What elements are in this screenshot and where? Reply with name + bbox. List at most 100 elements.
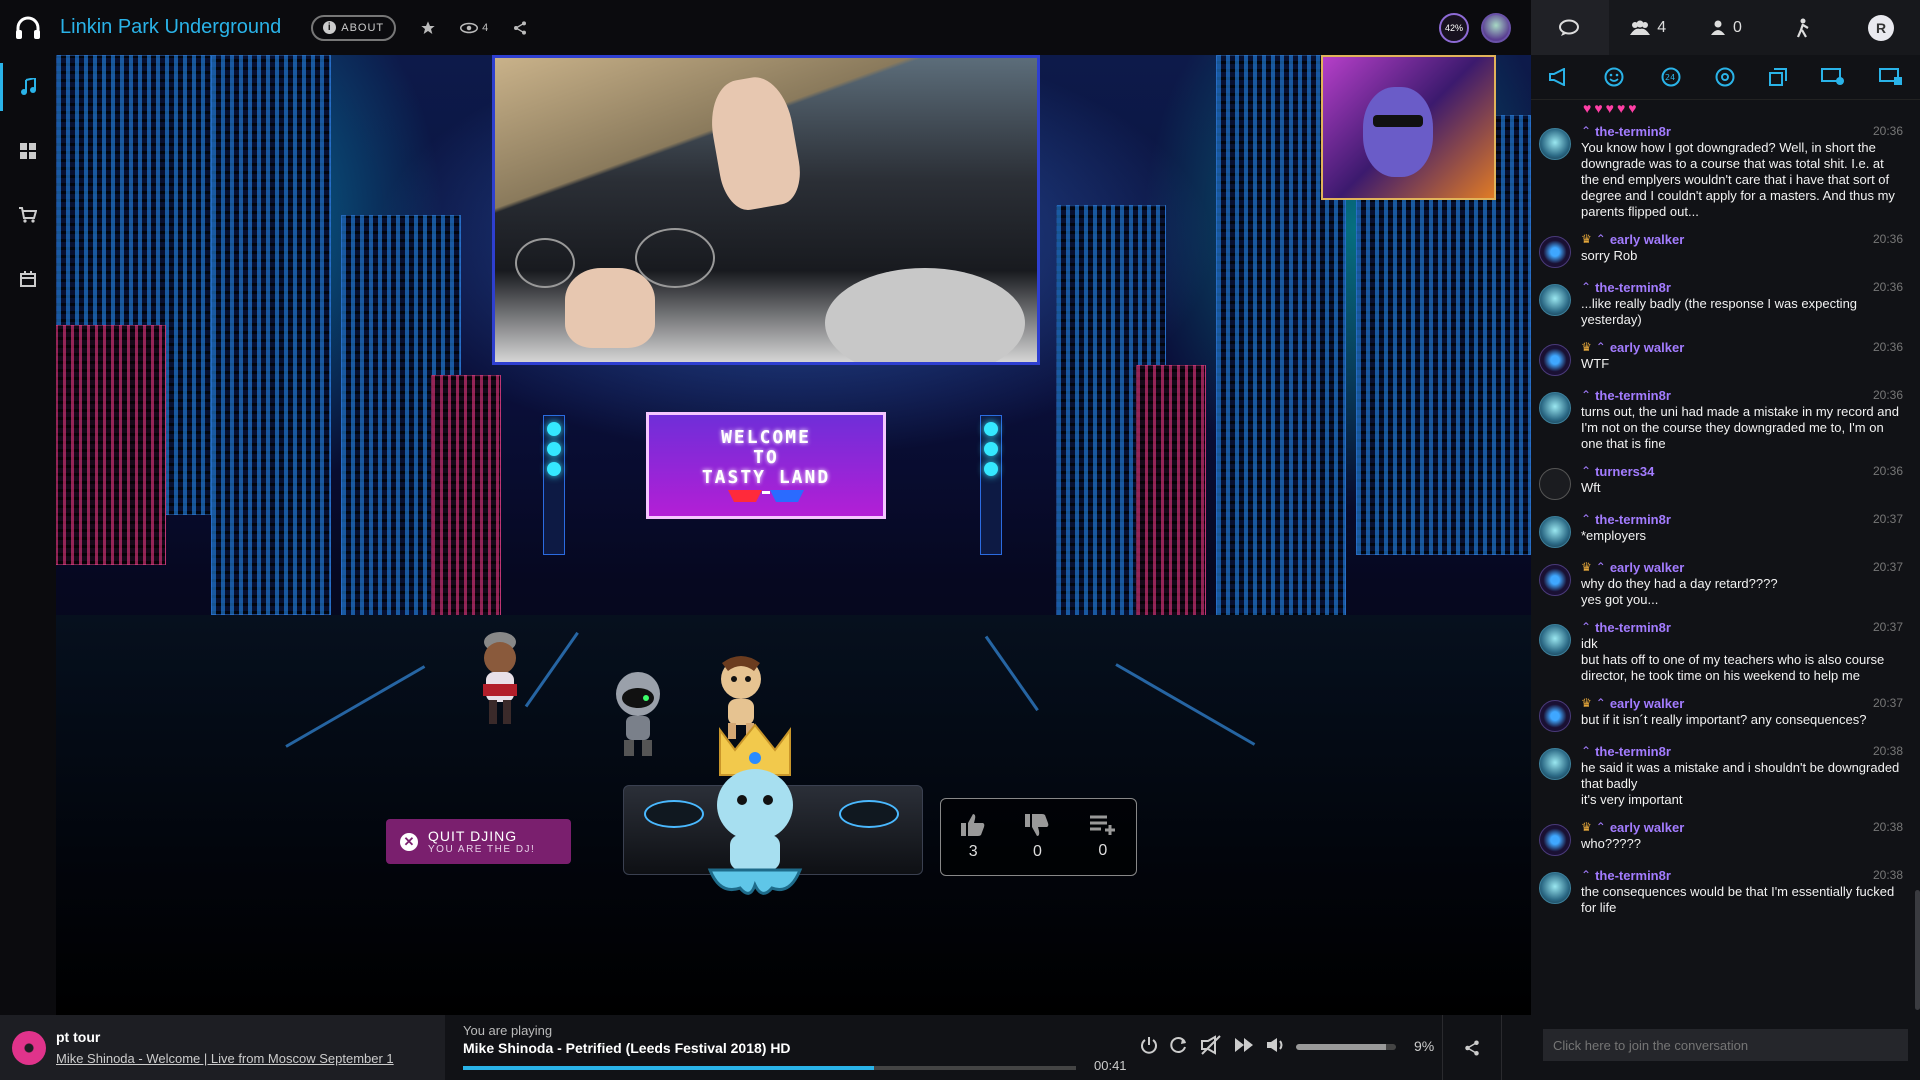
mention-icon[interactable] — [1715, 67, 1735, 87]
calendar-icon — [20, 271, 36, 287]
video-off-icon[interactable] — [1200, 1035, 1222, 1055]
chat-text: sorry Rob — [1581, 248, 1638, 263]
video-frame-detail — [635, 228, 715, 288]
video-frame-detail — [515, 238, 575, 288]
chat-avatar[interactable] — [1539, 284, 1571, 316]
chat-username[interactable]: the-termin8r — [1595, 744, 1671, 759]
nav-events[interactable] — [0, 247, 56, 311]
chat-username[interactable]: turners34 — [1595, 464, 1654, 479]
chat-message: ⌃ the-termin8r 20:37 idk but hats off to on… — [1531, 618, 1915, 684]
about-button[interactable]: i ABOUT — [311, 14, 397, 41]
chat-avatar[interactable] — [1539, 344, 1571, 376]
chat-filter-icon[interactable] — [1878, 68, 1903, 86]
level-progress-badge[interactable]: 42% — [1439, 12, 1469, 43]
popout-icon[interactable] — [1769, 68, 1788, 86]
playlist-panel[interactable]: pt tour Mike Shinoda - Welcome | Live fr… — [0, 1015, 445, 1080]
building-left-neon — [56, 325, 166, 565]
skip-icon[interactable] — [1234, 1037, 1254, 1053]
chat-username[interactable]: early walker — [1610, 232, 1684, 247]
timestamp-icon[interactable]: 24 — [1658, 67, 1682, 87]
quit-dj-button[interactable]: ✕ QUIT DJING YOU ARE THE DJ! — [386, 819, 571, 864]
tab-join-waitlist[interactable] — [1764, 0, 1842, 55]
chat-username[interactable]: the-termin8r — [1595, 620, 1671, 635]
chat-text: Wft — [1581, 480, 1601, 495]
crown-icon: ♛ — [1581, 340, 1592, 354]
chat-username[interactable]: the-termin8r — [1595, 280, 1671, 295]
users-icon — [1630, 20, 1651, 35]
dj-avatar[interactable] — [690, 720, 820, 900]
chat-username[interactable]: the-termin8r — [1595, 868, 1671, 883]
side-panel: 4 0 R 24 ♥♥♥♥♥ ⌃ the-termin8r 20:36 You kno… — [1531, 0, 1920, 1080]
chat-username[interactable]: the-termin8r — [1595, 388, 1671, 403]
room-title[interactable]: Linkin Park Underground — [60, 16, 281, 39]
nav-dashboard[interactable] — [0, 119, 56, 183]
rank-chevron-icon: ⌃ — [1581, 620, 1592, 634]
robot-avatar[interactable] — [612, 670, 664, 760]
emoji-icon[interactable] — [1604, 67, 1624, 87]
volume-slider[interactable] — [1296, 1044, 1396, 1050]
chat-message: ♛ ⌃ early walker 20:37 why do they had a day… — [1531, 558, 1915, 608]
building-right-4 — [1136, 365, 1206, 645]
favorite-button[interactable] — [420, 20, 436, 36]
rank-chevron-icon: ⌃ — [1595, 232, 1606, 246]
chat-username[interactable]: the-termin8r — [1595, 124, 1671, 139]
chat-username[interactable]: early walker — [1610, 340, 1684, 355]
tab-users[interactable]: 4 — [1609, 0, 1687, 55]
user-avatar[interactable] — [1481, 12, 1511, 43]
chat-avatar[interactable] — [1539, 624, 1571, 656]
chat-scrollbar[interactable] — [1915, 890, 1920, 1010]
chat-avatar[interactable] — [1539, 564, 1571, 596]
woot-button[interactable]: 3 — [960, 813, 986, 861]
video-player[interactable] — [492, 55, 1040, 365]
tab-chat[interactable] — [1531, 0, 1609, 55]
chat-avatar[interactable] — [1539, 468, 1571, 500]
chat-username[interactable]: early walker — [1610, 560, 1684, 575]
turntable-right — [839, 800, 899, 828]
chat-input[interactable] — [1543, 1029, 1908, 1061]
chat-avatar[interactable] — [1539, 700, 1571, 732]
nav-store[interactable] — [0, 183, 56, 247]
chat-avatar[interactable] — [1539, 824, 1571, 856]
chat-settings-icon[interactable] — [1821, 68, 1845, 86]
power-icon[interactable] — [1140, 1036, 1158, 1054]
chat-avatar[interactable] — [1539, 392, 1571, 424]
chat-username[interactable]: early walker — [1610, 820, 1684, 835]
chat-avatar[interactable] — [1539, 872, 1571, 904]
thumbs-up-icon — [961, 814, 985, 836]
glasses-icon — [728, 489, 804, 502]
share-track-button[interactable] — [1442, 1015, 1502, 1080]
audience-avatar[interactable] — [473, 630, 528, 730]
chat-avatar[interactable] — [1539, 128, 1571, 160]
tab-waitlist[interactable]: 0 — [1687, 0, 1765, 55]
nav-music[interactable] — [0, 55, 56, 119]
chat-text: turns out, the uni had made a mistake in… — [1581, 404, 1899, 451]
headphones-logo-icon[interactable] — [0, 0, 55, 55]
rank-chevron-icon: ⌃ — [1581, 124, 1592, 138]
megaphone-icon[interactable] — [1548, 68, 1570, 86]
tab-profile[interactable]: R — [1842, 0, 1920, 55]
building-left-2 — [211, 55, 331, 615]
chat-message: ⌃ turners34 20:36 Wft — [1531, 462, 1915, 500]
volume-icon[interactable] — [1266, 1037, 1286, 1053]
meh-button[interactable]: 0 — [1024, 813, 1050, 861]
rank-chevron-icon: ⌃ — [1595, 560, 1606, 574]
share-room-button[interactable] — [512, 20, 528, 36]
dancer-icon — [1797, 18, 1809, 38]
next-track-link[interactable]: Mike Shinoda - Welcome | Live from Mosco… — [56, 1051, 394, 1066]
grab-count: 0 — [1098, 842, 1108, 859]
viewers-button[interactable]: 4 — [460, 22, 488, 34]
chat-avatar[interactable] — [1539, 516, 1571, 548]
grab-button[interactable]: 0 — [1089, 814, 1117, 860]
waitlist-count: 0 — [1733, 18, 1742, 36]
vote-panel: 3 0 0 — [940, 798, 1137, 876]
chat-avatar[interactable] — [1539, 236, 1571, 268]
elapsed-time: 00:41 — [1094, 1058, 1127, 1073]
chat-avatar[interactable] — [1539, 748, 1571, 780]
chat-username[interactable]: the-termin8r — [1595, 512, 1671, 527]
chat-timestamp: 20:37 — [1872, 560, 1903, 574]
refresh-icon[interactable] — [1170, 1036, 1188, 1054]
chat-text: You know how I got downgraded? Well, in … — [1581, 140, 1895, 219]
crown-icon: ♛ — [1581, 696, 1592, 710]
chat-username[interactable]: early walker — [1610, 696, 1684, 711]
welcome-sign: WELCOME TO TASTY LAND — [646, 412, 886, 519]
